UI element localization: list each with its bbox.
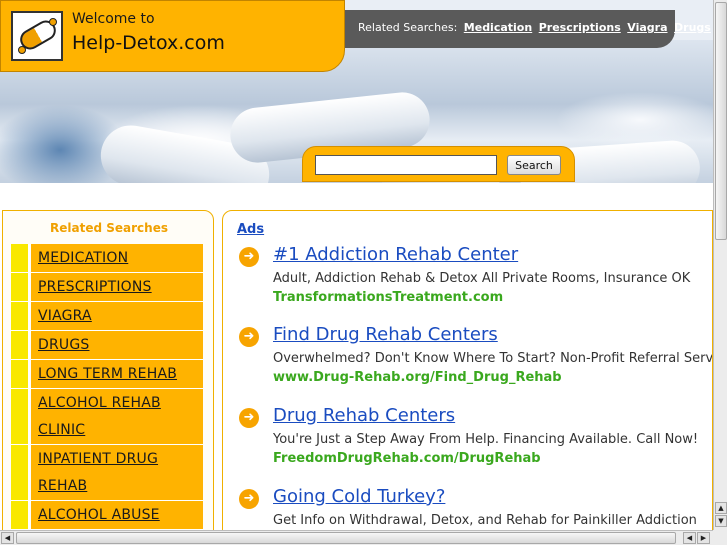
related-searches-label: Related Searches: [358, 21, 458, 34]
tablet-dot [18, 46, 26, 54]
sidebar-item-alcohol-rehab-clinic[interactable]: ALCOHOL REHAB CLINIC [11, 389, 203, 445]
ad-title[interactable]: Going Cold Turkey? [273, 486, 445, 507]
arrow-circle-icon: ➜ [239, 408, 259, 428]
arrow-left-icon[interactable]: ◀ [1, 532, 14, 544]
sidebar-item-long-term-rehab[interactable]: LONG TERM REHAB [11, 360, 203, 389]
sidebar-item-marker [11, 501, 31, 529]
sidebar-item-label[interactable]: ALCOHOL REHAB [38, 395, 161, 411]
header-banner: Welcome to Help-Detox.com Related Search… [0, 0, 713, 183]
sidebar-item-label[interactable]: CLINIC [38, 422, 85, 438]
sidebar-item-label[interactable]: MEDICATION [38, 250, 128, 266]
sidebar-item-viagra[interactable]: VIAGRA [11, 302, 203, 331]
arrow-up-icon[interactable]: ▲ [715, 502, 727, 514]
sidebar-item-marker [11, 331, 31, 359]
sidebar-item-marker [11, 244, 31, 272]
sidebar-item-prescriptions[interactable]: PRESCRIPTIONS [11, 273, 203, 302]
sidebar-item-medication[interactable]: MEDICATION [11, 244, 203, 273]
ad-description: Adult, Addiction Rehab & Detox All Priva… [273, 271, 691, 286]
vertical-scrollbar[interactable]: ▲ ▼ [713, 0, 727, 530]
ad-url[interactable]: FreedomDrugRehab.com/DrugRehab [273, 451, 541, 466]
ad-url[interactable]: TransformationsTreatment.com [273, 290, 503, 305]
sidebar-title: Related Searches [50, 221, 168, 235]
search-button[interactable]: Search [507, 155, 561, 175]
horizontal-scrollbar[interactable]: ◀ ◀ ▶ [0, 530, 713, 545]
ads-label[interactable]: Ads [237, 222, 264, 237]
related-link-prescriptions[interactable]: Prescriptions [539, 21, 621, 34]
sidebar-item-marker [11, 389, 31, 444]
arrow-circle-icon: ➜ [239, 327, 259, 347]
sidebar-item-label[interactable]: DRUGS [38, 337, 90, 353]
ad-item: ➜ Drug Rehab Centers You're Just a Step … [237, 405, 712, 475]
ad-item: ➜ Find Drug Rehab Centers Overwhelmed? D… [237, 324, 713, 394]
site-name[interactable]: Help-Detox.com [72, 32, 225, 54]
logo-box: Welcome to Help-Detox.com [0, 0, 345, 72]
sidebar-item-marker [11, 445, 31, 500]
arrow-circle-icon: ➜ [239, 247, 259, 267]
vertical-scroll-thumb[interactable] [715, 2, 727, 240]
sidebar-item-label[interactable]: ALCOHOL ABUSE [38, 507, 160, 523]
ad-title[interactable]: Find Drug Rehab Centers [273, 324, 498, 345]
ads-panel: Ads ➜ #1 Addiction Rehab Center Adult, A… [222, 210, 713, 545]
arrow-circle-icon: ➜ [239, 489, 259, 509]
ad-title[interactable]: #1 Addiction Rehab Center [273, 244, 518, 265]
related-link-medication[interactable]: Medication [464, 21, 532, 34]
sidebar-item-inpatient-drug-rehab[interactable]: INPATIENT DRUG REHAB [11, 445, 203, 501]
sidebar-item-label[interactable]: LONG TERM REHAB [38, 366, 177, 382]
scrollbar-corner [713, 530, 727, 545]
pill-capsule-icon[interactable] [11, 11, 63, 61]
sidebar-item-alcohol-abuse[interactable]: ALCOHOL ABUSE [11, 501, 203, 530]
sidebar-item-marker [11, 360, 31, 388]
ad-description: Overwhelmed? Don't Know Where To Start? … [273, 351, 713, 366]
sidebar-item-label[interactable]: VIAGRA [38, 308, 92, 324]
sidebar-item-label[interactable]: PRESCRIPTIONS [38, 279, 152, 295]
tablet-dot [49, 18, 57, 26]
ad-url[interactable]: www.Drug-Rehab.org/Find_Drug_Rehab [273, 370, 562, 385]
welcome-text: Welcome to [72, 11, 155, 27]
ad-description: You're Just a Step Away From Help. Finan… [273, 432, 699, 447]
related-link-drugs[interactable]: Drugs [674, 21, 711, 34]
search-box: Search [302, 146, 575, 182]
sidebar-item-label[interactable]: REHAB [38, 478, 87, 494]
sidebar-item-marker [11, 302, 31, 330]
search-input[interactable] [315, 155, 497, 175]
related-link-viagra[interactable]: Viagra [627, 21, 667, 34]
arrow-down-icon[interactable]: ▼ [715, 515, 727, 527]
ad-title[interactable]: Drug Rehab Centers [273, 405, 455, 426]
ad-item: ➜ #1 Addiction Rehab Center Adult, Addic… [237, 244, 712, 314]
arrow-right-icon[interactable]: ▶ [697, 532, 710, 544]
related-searches-sidebar: Related Searches MEDICATION PRESCRIPTION… [2, 210, 214, 545]
horizontal-scroll-thumb[interactable] [16, 532, 676, 544]
ad-description: Get Info on Withdrawal, Detox, and Rehab… [273, 513, 697, 528]
sidebar-item-marker [11, 273, 31, 301]
related-searches-bar: Related Searches: Medication Prescriptio… [345, 10, 711, 48]
sidebar-item-label[interactable]: INPATIENT DRUG [38, 451, 158, 467]
sidebar-item-drugs[interactable]: DRUGS [11, 331, 203, 360]
arrow-left-icon[interactable]: ◀ [683, 532, 696, 544]
